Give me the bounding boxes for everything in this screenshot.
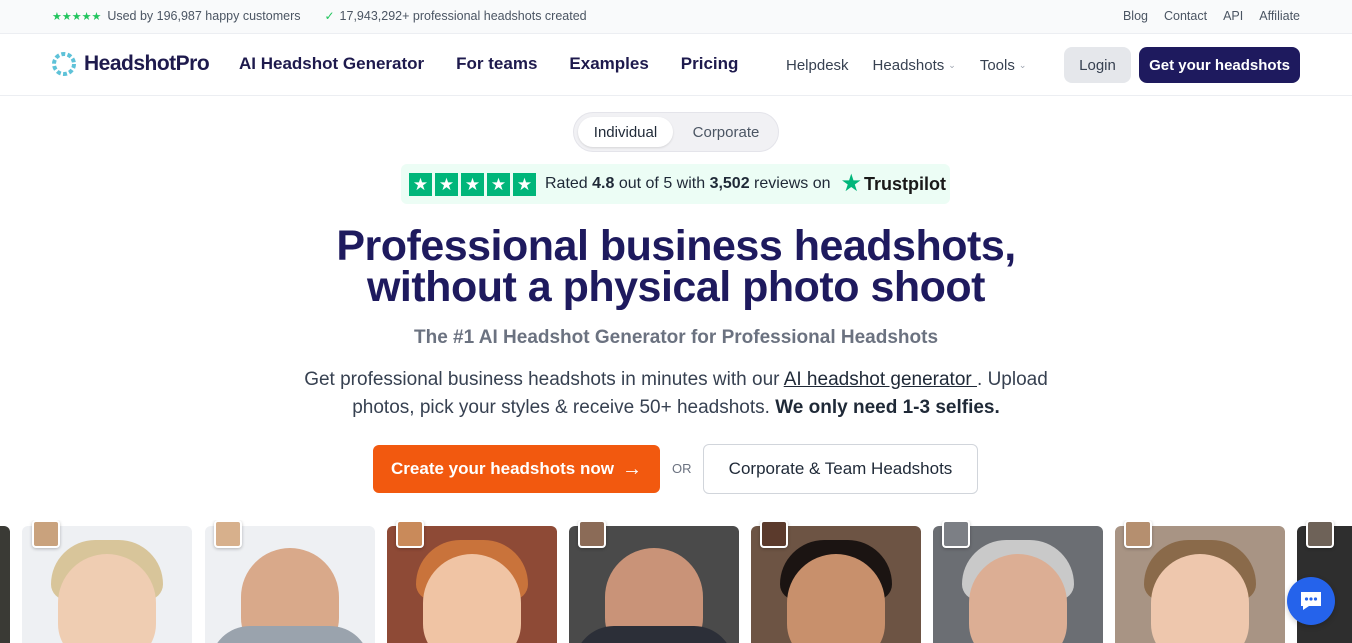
selfie-thumbnail: [32, 520, 60, 548]
ai-headshot-generator-link[interactable]: AI headshot generator: [784, 369, 977, 390]
chevron-down-icon: ⌄: [1018, 60, 1027, 70]
main-navigation: HeadshotPro AI Headshot Generator For te…: [0, 35, 1352, 96]
brand-logo[interactable]: HeadshotPro: [52, 52, 210, 76]
trustpilot-star-logo-icon: ★: [840, 170, 863, 197]
desc-part-1: Get professional business headshots in m…: [304, 369, 784, 390]
trustpilot-brand: Trustpilot: [864, 173, 947, 194]
selfie-thumbnail: [1124, 520, 1152, 548]
selfie-thumbnail: [396, 520, 424, 548]
trustpilot-rating-banner[interactable]: ★ ★ ★ ★ ★ Rated 4.8 out of 5 with 3,502 …: [401, 164, 950, 204]
login-button[interactable]: Login: [1064, 47, 1131, 83]
selfie-thumbnail: [942, 520, 970, 548]
example-headshot: [0, 526, 10, 643]
trustpilot-star-icon: ★: [487, 172, 510, 196]
chevron-down-icon: ⌄: [948, 60, 956, 70]
hero-subtitle: The #1 AI Headshot Generator for Profess…: [413, 327, 939, 348]
selfie-thumbnail: [760, 520, 788, 548]
selfie-thumbnail: [214, 520, 242, 548]
rating-stars-icon: ★★★★★: [52, 10, 102, 23]
secondary-nav-links: Helpdesk Headshots ⌄ Tools ⌄: [786, 57, 1026, 74]
check-icon: ✓: [324, 9, 335, 23]
trustpilot-rating-text: Rated 4.8 out of 5 with 3,502 reviews on: [545, 175, 831, 193]
or-separator: OR: [672, 461, 692, 476]
corporate-team-headshots-button[interactable]: Corporate & Team Headshots: [703, 444, 978, 494]
social-proof: ★★★★★ Used by 196,987 happy customers ✓ …: [52, 9, 587, 23]
nav-tools-label: Tools: [979, 57, 1015, 74]
top-links: Blog Contact API Affiliate: [1123, 9, 1300, 23]
trustpilot-star-icon: ★: [435, 172, 458, 196]
portrait-face: [423, 554, 521, 643]
get-headshots-button[interactable]: Get your headshots: [1139, 47, 1300, 83]
top-announcement-bar: ★★★★★ Used by 196,987 happy customers ✓ …: [0, 0, 1352, 34]
toggle-individual[interactable]: Individual: [578, 117, 673, 147]
selfie-thumbnail: [1306, 520, 1334, 548]
trustpilot-star-icon: ★: [461, 172, 484, 196]
portrait-face: [1151, 554, 1249, 643]
selfie-thumbnail: [578, 520, 606, 548]
reviews-suffix: reviews on: [749, 175, 831, 192]
contact-link[interactable]: Contact: [1164, 9, 1207, 23]
headshot-examples-gallery: [0, 520, 1352, 643]
nav-headshots-label: Headshots: [872, 57, 945, 74]
nav-examples[interactable]: Examples: [569, 54, 648, 74]
hero-description: Get professional business headshots in m…: [300, 366, 1052, 422]
toggle-corporate[interactable]: Corporate: [677, 117, 775, 147]
create-headshots-label: Create your headshots now: [391, 459, 614, 478]
primary-nav-links: AI Headshot Generator For teams Examples…: [239, 54, 738, 74]
rated-prefix: Rated: [545, 175, 593, 192]
out-of-text: out of 5 with: [614, 175, 710, 192]
reviews-count: 3,502: [709, 175, 750, 192]
desc-bold: We only need 1-3 selfies.: [775, 397, 1000, 418]
chat-support-button[interactable]: [1287, 577, 1335, 625]
trustpilot-star-icon: ★: [409, 172, 432, 196]
customers-count-text: Used by 196,987 happy customers: [107, 9, 301, 23]
blog-link[interactable]: Blog: [1123, 9, 1148, 23]
headshotpro-logo-icon: [52, 52, 76, 76]
hero-title-line-2: without a physical photo shoot: [366, 263, 986, 311]
rating-value: 4.8: [592, 175, 615, 192]
portrait-body: [574, 626, 734, 643]
portrait-face: [58, 554, 156, 643]
trustpilot-star-icon: ★: [513, 172, 536, 196]
nav-headshots-dropdown[interactable]: Headshots ⌄: [873, 57, 956, 74]
nav-helpdesk[interactable]: Helpdesk: [786, 57, 849, 74]
brand-name: HeadshotPro: [84, 52, 210, 75]
hero-title-line-1: Professional business headshots,: [336, 222, 1016, 270]
chat-icon: [1301, 592, 1321, 610]
headshots-count-text: 17,943,292+ professional headshots creat…: [339, 9, 587, 23]
trustpilot-stars: ★ ★ ★ ★ ★: [409, 172, 536, 196]
nav-for-teams[interactable]: For teams: [456, 54, 537, 74]
portrait-face: [969, 554, 1067, 643]
affiliate-link[interactable]: Affiliate: [1259, 9, 1300, 23]
api-link[interactable]: API: [1223, 9, 1243, 23]
hero-title: Professional business headshots, without…: [0, 222, 1352, 311]
portrait-face: [787, 554, 885, 643]
nav-tools-dropdown[interactable]: Tools ⌄: [980, 57, 1027, 74]
portrait-body: [210, 626, 370, 643]
arrow-right-icon: →: [621, 458, 642, 480]
trustpilot-logo: ★ Trustpilot: [841, 172, 947, 196]
nav-ai-headshot-generator[interactable]: AI Headshot Generator: [239, 54, 424, 74]
audience-toggle: Individual Corporate: [573, 112, 779, 152]
nav-pricing[interactable]: Pricing: [681, 54, 739, 74]
create-headshots-button[interactable]: Create your headshots now →: [373, 445, 660, 493]
